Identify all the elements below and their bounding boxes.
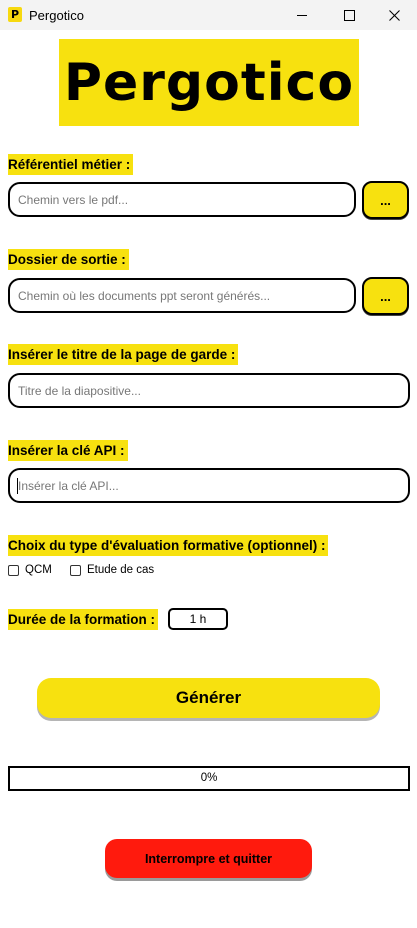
referentiel-label: Référentiel métier :	[8, 154, 134, 175]
maximize-button[interactable]	[326, 0, 372, 30]
minimize-button[interactable]	[279, 0, 325, 30]
output-folder-browse-button[interactable]: ...	[362, 277, 409, 315]
api-key-label: Insérer la clé API :	[8, 440, 128, 461]
app-logo-banner: Pergotico	[59, 39, 359, 126]
referentiel-path-input[interactable]	[8, 182, 356, 217]
output-folder-input[interactable]	[8, 278, 356, 313]
maximize-icon	[343, 9, 355, 21]
output-folder-label: Dossier de sortie :	[8, 249, 129, 270]
text-caret	[17, 478, 18, 494]
logo-text: Pergotico	[63, 52, 355, 113]
qcm-checkbox-label: QCM	[25, 564, 52, 576]
qcm-checkbox[interactable]	[8, 564, 19, 576]
duration-input[interactable]: 1 h	[168, 608, 228, 630]
qcm-checkbox-row[interactable]: QCM	[8, 564, 52, 576]
close-icon	[388, 9, 400, 21]
referentiel-browse-button[interactable]: ...	[362, 181, 409, 219]
evaluation-type-label: Choix du type d'évaluation formative (op…	[8, 535, 329, 556]
case-study-checkbox-label: Etude de cas	[87, 564, 155, 576]
generate-button[interactable]: Générer	[37, 678, 380, 718]
duration-label: Durée de la formation :	[8, 609, 159, 630]
close-button[interactable]	[371, 0, 417, 30]
title-page-input[interactable]	[8, 373, 410, 408]
progress-text: 0%	[200, 772, 218, 784]
window-title: Pergotico	[29, 8, 84, 23]
progress-bar: 0%	[8, 766, 410, 791]
quit-button[interactable]: Interrompre et quitter	[105, 839, 312, 878]
title-page-label: Insérer le titre de la page de garde :	[8, 344, 239, 365]
case-study-checkbox-row[interactable]: Etude de cas	[70, 564, 154, 576]
title-bar[interactable]: P Pergotico	[0, 0, 417, 30]
case-study-checkbox[interactable]	[70, 564, 81, 576]
app-window: P Pergotico Pergotico Référentiel métier…	[0, 0, 417, 928]
app-logo-icon: P	[8, 7, 22, 22]
api-key-input[interactable]	[8, 468, 410, 503]
minimize-icon	[297, 14, 307, 16]
